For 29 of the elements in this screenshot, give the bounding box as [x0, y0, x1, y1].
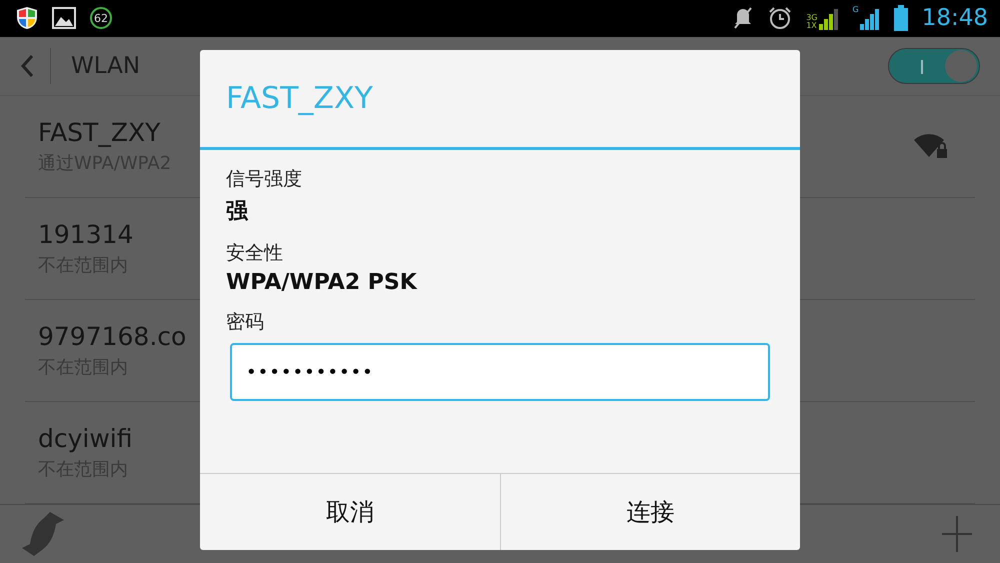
field-label: 信号强度: [226, 167, 303, 192]
battery-badge: 62: [90, 7, 112, 30]
mute-icon: [732, 6, 754, 30]
dialog-button[interactable]: 取消: [200, 474, 500, 550]
network-name[interactable]: FAST_ZXY: [38, 118, 160, 148]
field-value: 强: [226, 198, 250, 226]
image-icon: [52, 7, 76, 30]
network-name[interactable]: 9797168.co: [38, 322, 186, 352]
alarm-icon: [768, 6, 792, 30]
password-field[interactable]: •••••••••••: [230, 343, 770, 401]
signal-icon: [818, 8, 838, 30]
network-type-label: 3G: [806, 14, 818, 22]
network-name[interactable]: 191314: [38, 220, 134, 250]
network-type-label: 1X: [806, 22, 818, 30]
field-label: 安全性: [226, 241, 284, 266]
wlan-switch[interactable]: [888, 48, 980, 84]
shield-icon: [16, 6, 38, 30]
dialog-title: FAST_ZXY: [200, 50, 800, 150]
network-name[interactable]: dcyiwifi: [38, 424, 132, 454]
add-icon[interactable]: [942, 516, 972, 552]
network-type-label: G: [852, 6, 859, 14]
back-icon[interactable]: [20, 54, 34, 78]
field-value: WPA/WPA2 PSK: [226, 270, 418, 295]
signal-icon: [860, 8, 880, 30]
battery-icon: [894, 5, 908, 32]
clock: 18:48: [922, 5, 988, 32]
dialog-button[interactable]: 连接: [500, 474, 800, 550]
screen-title: WLAN: [71, 52, 140, 79]
field-label: 密码: [226, 310, 265, 335]
